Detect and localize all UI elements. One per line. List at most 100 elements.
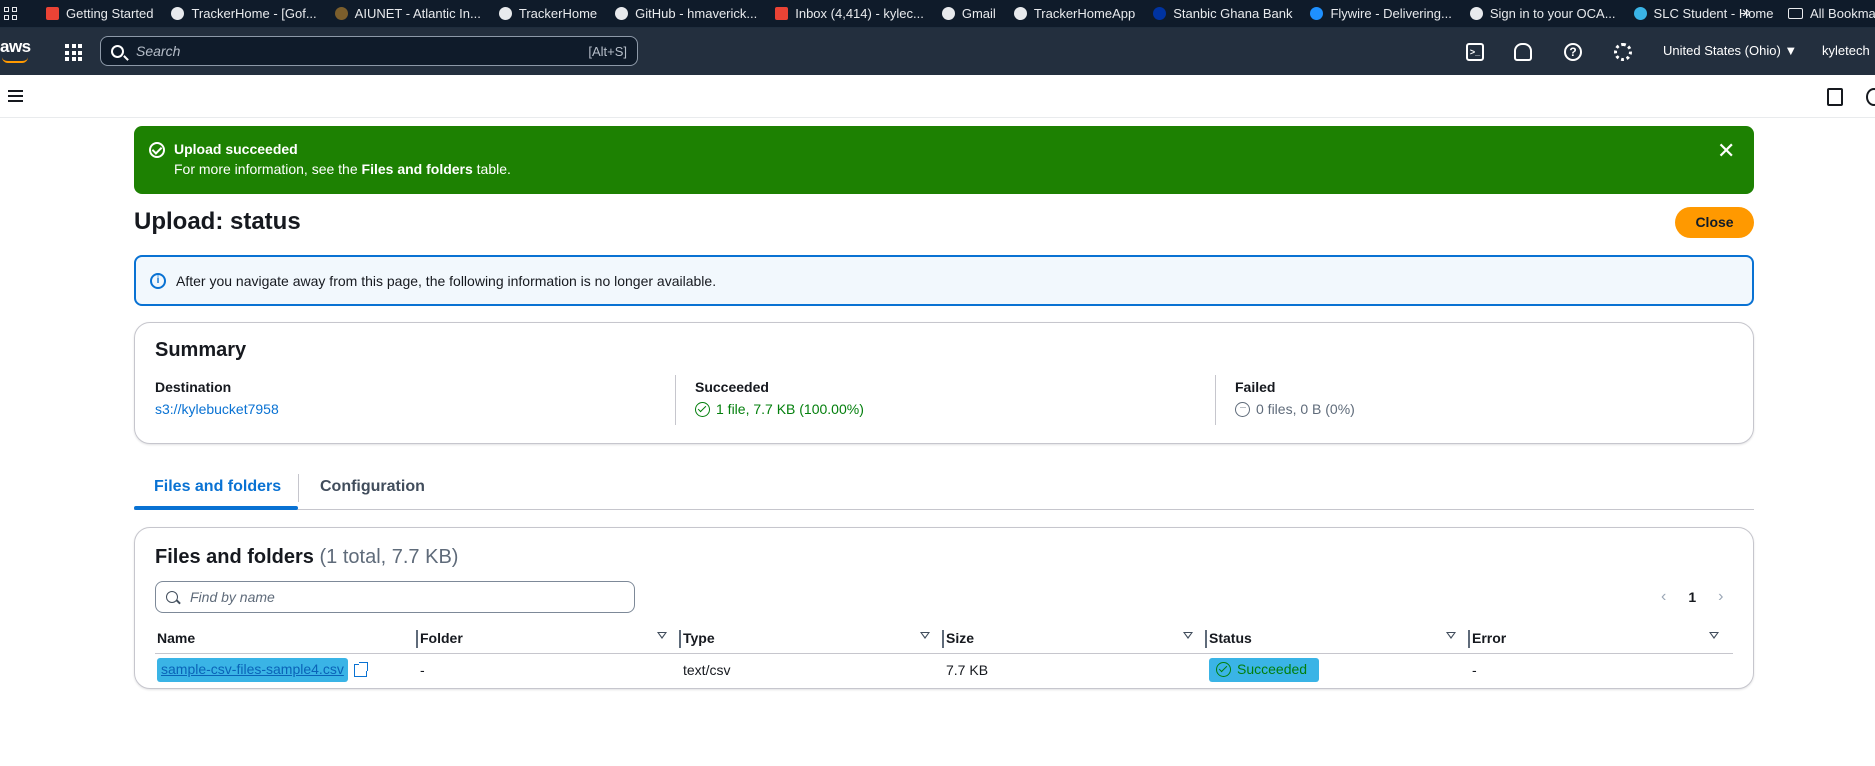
notifications-icon[interactable] — [1514, 43, 1532, 61]
bookmark-item[interactable]: SLC Student - Home — [1633, 6, 1774, 21]
pagination: ‹ 1 › — [1661, 588, 1723, 606]
region-selector[interactable]: United States (Ohio) ▼ — [1663, 43, 1797, 58]
gmail-icon — [775, 7, 789, 20]
account-menu[interactable]: kyletech — [1822, 43, 1870, 58]
cell-folder: - — [420, 662, 425, 679]
close-button[interactable]: Close — [1675, 207, 1754, 238]
tabs-bar: Files and folders Configuration — [134, 466, 1754, 510]
console-sub-bar — [0, 75, 1875, 118]
check-circle-icon — [1216, 661, 1231, 677]
all-bookmarks-button[interactable]: All Bookma — [1788, 6, 1875, 21]
external-link-icon[interactable] — [353, 661, 368, 677]
column-header-error[interactable]: Error — [1470, 623, 1733, 654]
failed-section: Failed ··· 0 files, 0 B (0%) — [1235, 379, 1355, 417]
sort-icon[interactable] — [1709, 632, 1719, 639]
bookmark-item[interactable]: Gmail — [941, 6, 996, 21]
bookmark-item[interactable]: TrackerHome - [Gof... — [171, 6, 317, 21]
cell-size: 7.7 KB — [946, 662, 989, 679]
bookmarks-bar: Getting Started TrackerHome - [Gof... AI… — [0, 0, 1875, 28]
succeeded-section: Succeeded 1 file, 7.7 KB (100.00%) — [695, 379, 864, 417]
bookmark-item[interactable]: Getting Started — [46, 6, 153, 21]
tab-divider — [298, 474, 299, 502]
bookmark-item[interactable]: TrackerHome — [498, 6, 597, 21]
apps-icon[interactable] — [4, 6, 18, 21]
check-circle-icon — [149, 142, 165, 158]
cell-error: - — [1472, 662, 1477, 679]
aws-logo[interactable]: aws — [0, 37, 31, 63]
settings-gear-icon[interactable] — [1614, 43, 1632, 61]
search-input[interactable]: Search [Alt+S] — [100, 36, 638, 66]
cell-name: sample-csv-files-sample4.csv — [155, 653, 418, 687]
cell-type: text/csv — [683, 662, 731, 679]
status-badge: Succeeded — [1209, 658, 1320, 683]
info-icon: i — [150, 273, 166, 289]
services-menu-icon[interactable] — [65, 44, 82, 61]
divider — [1215, 375, 1216, 425]
cell-status: Succeeded — [1207, 653, 1470, 687]
oc-icon — [1469, 7, 1483, 20]
table-header-row: Name Folder Type Size Status Error — [155, 623, 1733, 654]
aws-top-nav: aws Search [Alt+S] >_ ? United States (O… — [0, 28, 1875, 75]
search-icon — [166, 591, 178, 603]
flash-title: Upload succeeded — [174, 141, 298, 157]
info-text: After you navigate away from this page, … — [176, 273, 717, 289]
close-icon[interactable]: ✕ — [1717, 138, 1735, 164]
files-title: Files and folders (1 total, 7.7 KB) — [155, 546, 459, 568]
more-bookmarks-icon[interactable]: » — [1742, 4, 1751, 22]
column-header-status[interactable]: Status — [1207, 623, 1470, 654]
destination-link[interactable]: s3://kylebucket7958 — [155, 401, 279, 417]
bookmark-item[interactable]: Stanbic Ghana Bank — [1153, 6, 1292, 21]
globe-icon — [941, 7, 955, 20]
bookmark-item[interactable]: GitHub - hmaverick... — [615, 6, 757, 21]
notes-icon[interactable] — [1827, 88, 1843, 106]
page-title: Upload: status — [134, 208, 301, 235]
files-count: (1 total, 7.7 KB) — [319, 546, 459, 568]
column-header-size[interactable]: Size — [944, 623, 1207, 654]
bookmark-item[interactable]: AIUNET - Atlantic In... — [334, 6, 481, 21]
table-row: sample-csv-files-sample4.csv - text/csv … — [155, 653, 1733, 687]
page-number[interactable]: 1 — [1688, 589, 1696, 605]
pending-dots-icon: ··· — [1235, 401, 1250, 417]
file-name-link[interactable]: sample-csv-files-sample4.csv — [157, 658, 348, 683]
sort-icon[interactable] — [657, 632, 667, 639]
search-icon — [111, 44, 124, 58]
files-and-folders-card: Files and folders (1 total, 7.7 KB) Find… — [134, 527, 1754, 689]
bookmark-item[interactable]: TrackerHomeApp — [1013, 6, 1135, 21]
success-flash-banner: Upload succeeded For more information, s… — [134, 126, 1754, 194]
active-tab-indicator — [134, 506, 298, 510]
files-table: Name Folder Type Size Status Error sampl… — [155, 623, 1733, 687]
globe-icon — [1013, 7, 1027, 20]
destination-section: Destination s3://kylebucket7958 — [155, 379, 279, 417]
divider — [675, 375, 676, 425]
globe-icon — [171, 7, 185, 20]
bookmark-item[interactable]: Flywire - Delivering... — [1310, 6, 1452, 21]
hamburger-menu-icon[interactable] — [8, 90, 23, 102]
check-circle-icon — [695, 401, 710, 417]
column-header-type[interactable]: Type — [681, 623, 944, 654]
search-shortcut: [Alt+S] — [588, 43, 627, 59]
column-header-name[interactable]: Name — [155, 623, 418, 654]
sort-icon[interactable] — [1183, 632, 1193, 639]
gmail-icon — [46, 7, 59, 20]
chevron-right-icon[interactable]: › — [1718, 588, 1723, 606]
chevron-left-icon[interactable]: ‹ — [1661, 588, 1666, 606]
flywire-icon — [1310, 7, 1324, 20]
bookmark-item[interactable]: Sign in to your OCA... — [1469, 6, 1616, 21]
summary-card: Summary Destination s3://kylebucket7958 … — [134, 322, 1754, 444]
settings-icon[interactable] — [1866, 88, 1875, 106]
aiunet-icon — [334, 7, 348, 20]
slc-icon — [1633, 7, 1647, 20]
summary-title: Summary — [155, 339, 247, 361]
bookmark-item[interactable]: Inbox (4,414) - kylec... — [775, 6, 924, 21]
folder-icon — [1788, 8, 1803, 19]
column-header-folder[interactable]: Folder — [418, 623, 681, 654]
help-icon[interactable]: ? — [1564, 43, 1582, 61]
cloudshell-icon[interactable]: >_ — [1466, 43, 1484, 61]
flash-text: For more information, see the Files and … — [174, 161, 511, 177]
tab-files-and-folders[interactable]: Files and folders — [154, 478, 281, 496]
tab-configuration[interactable]: Configuration — [320, 478, 425, 496]
find-by-name-input[interactable]: Find by name — [155, 581, 635, 613]
sort-icon[interactable] — [1446, 632, 1456, 639]
sort-icon[interactable] — [920, 632, 930, 639]
github-icon — [615, 7, 629, 20]
